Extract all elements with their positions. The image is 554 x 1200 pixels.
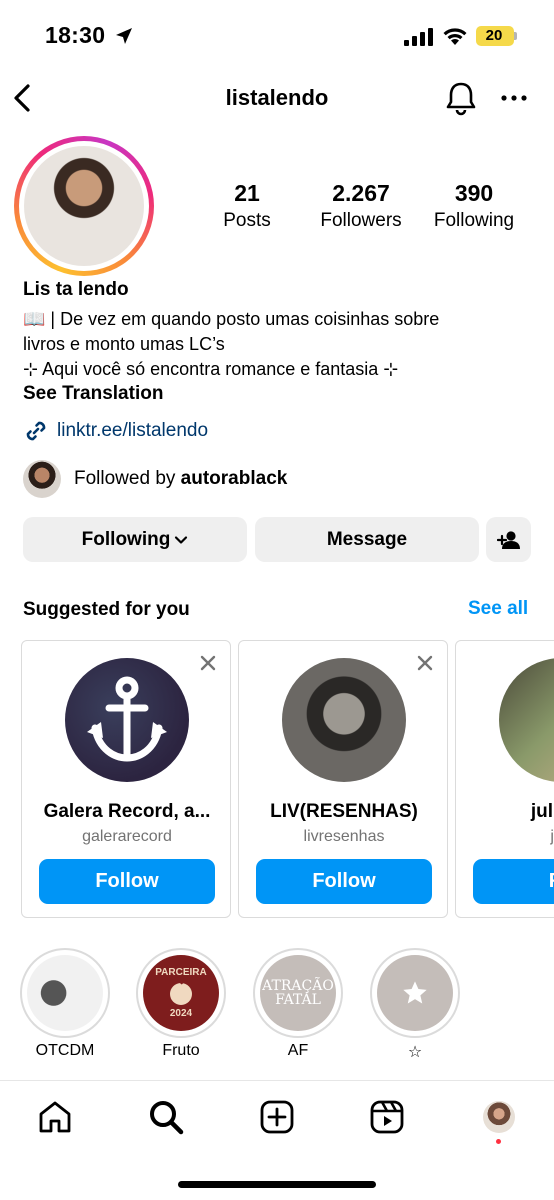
- see-all-link[interactable]: See all: [468, 598, 528, 620]
- more-options-icon[interactable]: [500, 92, 528, 104]
- stat-following[interactable]: 390 Following: [426, 178, 522, 234]
- suggested-handle: jbo: [550, 828, 554, 845]
- status-bar: 18:30 20: [0, 0, 554, 70]
- bio-line: ⊹ Aqui você só encontra romance e fantas…: [23, 359, 399, 379]
- followers-label: Followers: [320, 210, 402, 231]
- highlight-item[interactable]: ATRAÇÃO FATAL AF: [253, 948, 343, 1060]
- cellular-signal-icon: [404, 28, 433, 46]
- highlight-art-text: ATRAÇÃO FATAL: [262, 978, 334, 1008]
- battery-indicator: 20: [476, 26, 514, 46]
- notification-bell-icon[interactable]: [445, 80, 477, 116]
- home-icon: [39, 1101, 71, 1133]
- followed-by-row[interactable]: Followed by autorablack: [23, 460, 287, 498]
- battery-level: 20: [485, 27, 503, 44]
- suggested-name: julia m: [530, 801, 554, 822]
- profile-avatar: [24, 146, 144, 266]
- following-dropdown-button[interactable]: Following: [23, 517, 247, 562]
- profile-link[interactable]: linktr.ee/listalendo: [23, 418, 208, 444]
- profile-bio: 📖 | De vez em quando posto umas coisinha…: [23, 307, 533, 382]
- highlight-label: ☆: [407, 1044, 423, 1061]
- apple-emblem-icon: [170, 980, 192, 1005]
- suggested-name: LIV(RESENHAS): [270, 801, 418, 822]
- highlight-art-bottom: 2024: [169, 1008, 193, 1019]
- suggested-avatar[interactable]: [65, 658, 189, 782]
- see-translation-link[interactable]: See Translation: [23, 383, 163, 405]
- highlight-cover: PARCEIRA 2024: [143, 955, 219, 1031]
- highlight-label: AF: [287, 1042, 309, 1059]
- suggested-handle: galerarecord: [82, 828, 172, 845]
- notification-dot: [496, 1139, 501, 1144]
- battery-cap: [514, 32, 517, 40]
- suggested-avatar[interactable]: [499, 658, 554, 782]
- chevron-down-icon: [175, 535, 188, 544]
- posts-count: 21: [234, 180, 260, 206]
- follow-button[interactable]: Fo: [473, 859, 554, 904]
- location-arrow-icon: [116, 28, 132, 44]
- followers-count: 2.267: [332, 180, 390, 206]
- suggested-section-title: Suggested for you: [23, 599, 190, 620]
- highlight-art-top: PARCEIRA: [155, 967, 207, 978]
- message-button-label: Message: [326, 528, 408, 550]
- avatar-ring-gap: [19, 141, 149, 271]
- highlight-label: OTCDM: [35, 1042, 95, 1059]
- highlight-cover: [27, 955, 103, 1031]
- reels-icon: [370, 1100, 404, 1134]
- suggested-card[interactable]: Galera Record, a... galerarecord Follow: [21, 640, 231, 918]
- profile-link-text: linktr.ee/listalendo: [57, 420, 209, 441]
- star-icon: [403, 981, 427, 1004]
- highlight-label: Fruto: [162, 1042, 200, 1059]
- close-icon[interactable]: [200, 655, 216, 671]
- tab-profile[interactable]: [480, 1098, 518, 1136]
- tab-profile-avatar: [483, 1101, 515, 1133]
- highlight-ring: ATRAÇÃO FATAL: [253, 948, 343, 1038]
- highlight-item[interactable]: ☆: [370, 948, 460, 1062]
- suggested-card[interactable]: LIV(RESENHAS) livresenhas Follow: [238, 640, 448, 918]
- anchor-logo-icon: [87, 676, 167, 762]
- highlight-ring: [370, 948, 460, 1038]
- suggested-card[interactable]: julia m jbo Fo: [455, 640, 554, 918]
- highlight-cover: ATRAÇÃO FATAL: [260, 955, 336, 1031]
- status-time: 18:30: [45, 22, 106, 48]
- mutual-follower-avatar: [23, 460, 61, 498]
- suggested-handle: livresenhas: [303, 828, 385, 845]
- add-person-icon: [496, 530, 520, 549]
- following-count: 390: [454, 180, 494, 206]
- follow-button[interactable]: Follow: [39, 859, 215, 904]
- profile-display-name: Lis ta lendo: [23, 279, 129, 300]
- following-button-label: Following: [81, 528, 171, 550]
- suggested-avatar[interactable]: [282, 658, 406, 782]
- suggested-carousel[interactable]: Galera Record, a... galerarecord Follow …: [0, 638, 554, 920]
- bio-line: livros e monto umas LC’s: [23, 334, 225, 354]
- search-icon: [150, 1101, 184, 1135]
- highlight-cover: [377, 955, 453, 1031]
- tab-create[interactable]: [258, 1098, 296, 1136]
- followed-by-text: Followed by autorablack: [74, 468, 287, 490]
- tab-home[interactable]: [36, 1098, 74, 1136]
- link-icon: [26, 421, 46, 441]
- suggested-name: Galera Record, a...: [43, 801, 211, 822]
- stat-posts[interactable]: 21 Posts: [205, 178, 289, 234]
- message-button[interactable]: Message: [255, 517, 479, 562]
- close-icon[interactable]: [417, 655, 433, 671]
- highlight-ring: [20, 948, 110, 1038]
- followed-by-prefix: Followed by: [74, 468, 181, 489]
- following-label: Following: [433, 210, 515, 231]
- suggest-people-button[interactable]: [486, 517, 531, 562]
- highlight-item[interactable]: PARCEIRA 2024 Fruto: [136, 948, 226, 1060]
- highlight-item[interactable]: OTCDM: [20, 948, 110, 1060]
- highlight-ring: PARCEIRA 2024: [136, 948, 226, 1038]
- stat-followers[interactable]: 2.267 Followers: [310, 178, 412, 234]
- bio-line: 📖 | De vez em quando posto umas coisinha…: [23, 309, 440, 329]
- wifi-icon: [443, 28, 467, 45]
- tab-bar-divider: [0, 1080, 554, 1081]
- create-post-icon: [260, 1100, 294, 1134]
- tab-search[interactable]: [147, 1098, 185, 1136]
- home-indicator[interactable]: [178, 1181, 376, 1188]
- profile-avatar-story-ring[interactable]: [14, 136, 154, 276]
- posts-label: Posts: [223, 210, 271, 231]
- follow-button[interactable]: Follow: [256, 859, 432, 904]
- tab-reels[interactable]: [368, 1098, 406, 1136]
- followed-by-username: autorablack: [180, 468, 288, 489]
